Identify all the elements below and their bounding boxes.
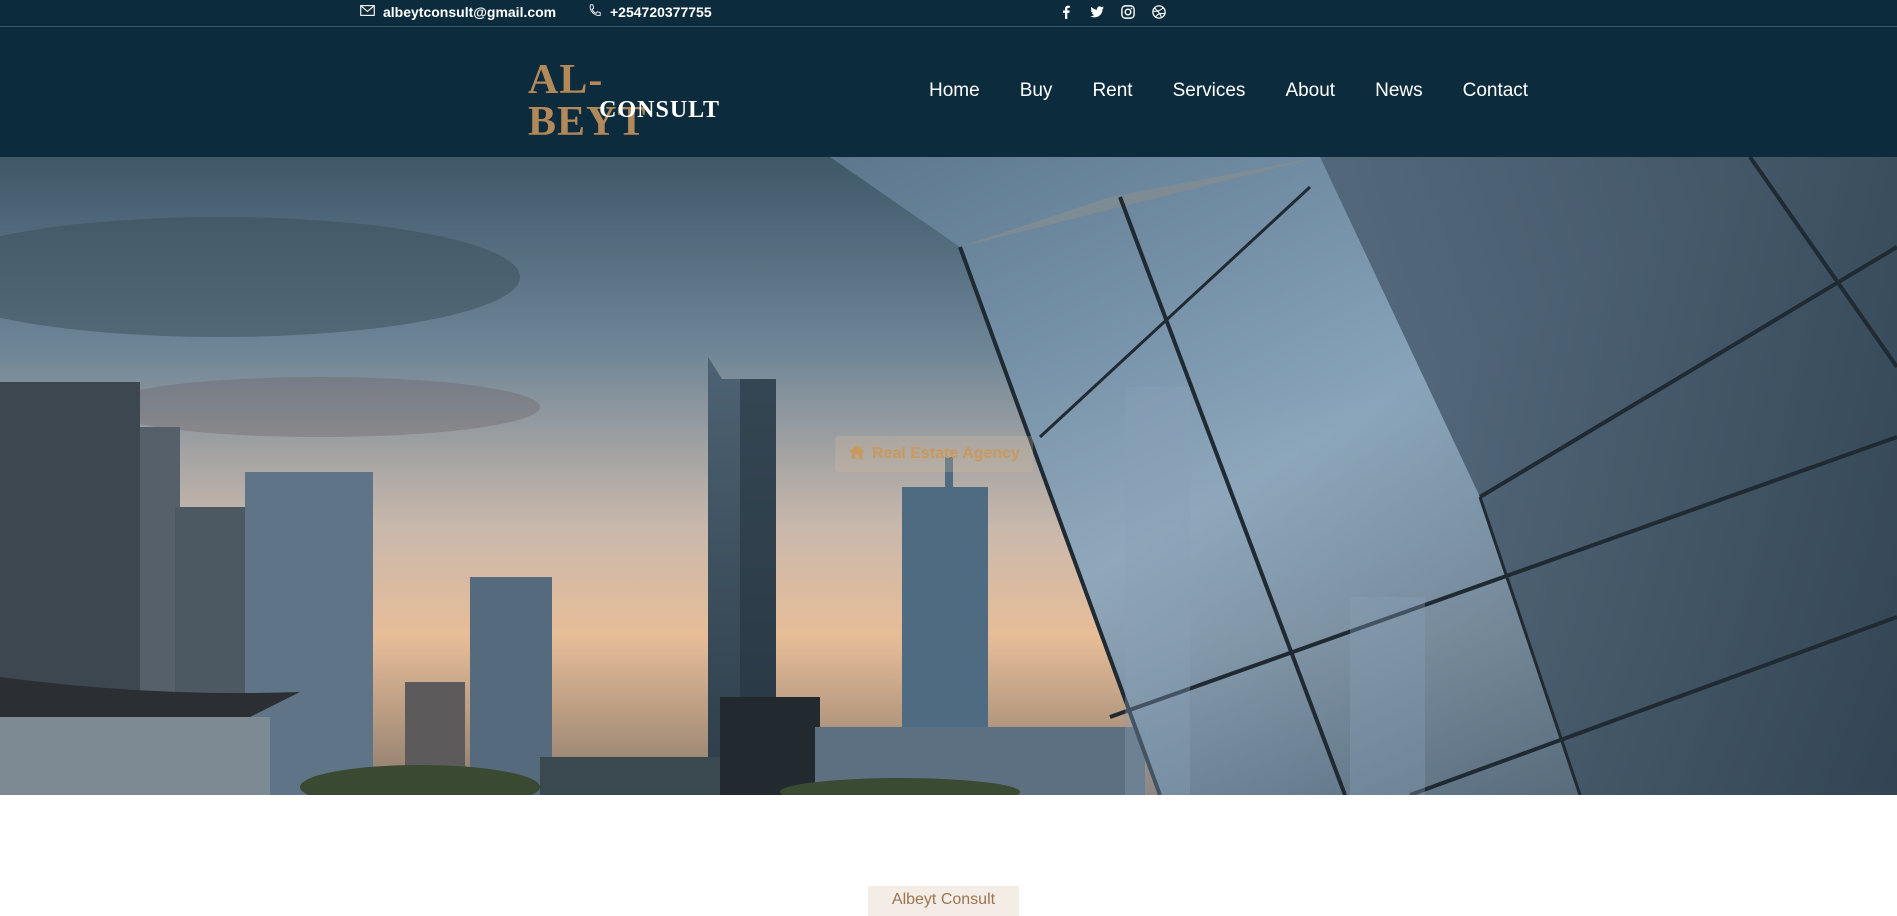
nav-services[interactable]: Services xyxy=(1173,80,1246,102)
main-nav: Home Buy Rent Services About News Contac… xyxy=(929,80,1528,102)
envelope-icon xyxy=(360,4,375,20)
email-text[interactable]: albeytconsult@gmail.com xyxy=(383,4,556,20)
nav-contact[interactable]: Contact xyxy=(1463,80,1528,102)
section-label: Albeyt Consult xyxy=(868,886,1019,916)
nav-buy[interactable]: Buy xyxy=(1020,80,1053,102)
phone-link[interactable]: +254720377755 xyxy=(587,4,712,20)
dribbble-icon[interactable] xyxy=(1151,4,1166,19)
hero-banner: Real Estate Agency xyxy=(0,157,1897,795)
email-link[interactable]: albeytconsult@gmail.com xyxy=(360,4,556,20)
hero-badge-text: Real Estate Agency xyxy=(872,445,1020,462)
hero-badge: Real Estate Agency xyxy=(835,436,1033,472)
nav-rent[interactable]: Rent xyxy=(1092,80,1132,102)
top-bar: albeytconsult@gmail.com +254720377755 xyxy=(0,0,1897,27)
phone-icon xyxy=(587,4,602,20)
social-links xyxy=(1058,4,1166,19)
city-skyline-image xyxy=(0,157,1897,795)
logo-line2: CONSULT xyxy=(599,97,720,123)
nav-news[interactable]: News xyxy=(1375,80,1423,102)
instagram-icon[interactable] xyxy=(1120,4,1135,19)
site-logo[interactable]: AL-BEYT CONSULT xyxy=(528,59,720,143)
nav-home[interactable]: Home xyxy=(929,80,980,102)
home-icon xyxy=(848,444,866,465)
site-header: AL-BEYT CONSULT Home Buy Rent Services A… xyxy=(0,27,1897,157)
phone-text[interactable]: +254720377755 xyxy=(610,4,712,20)
nav-about[interactable]: About xyxy=(1285,80,1335,102)
facebook-icon[interactable] xyxy=(1058,4,1073,19)
twitter-icon[interactable] xyxy=(1089,4,1104,19)
